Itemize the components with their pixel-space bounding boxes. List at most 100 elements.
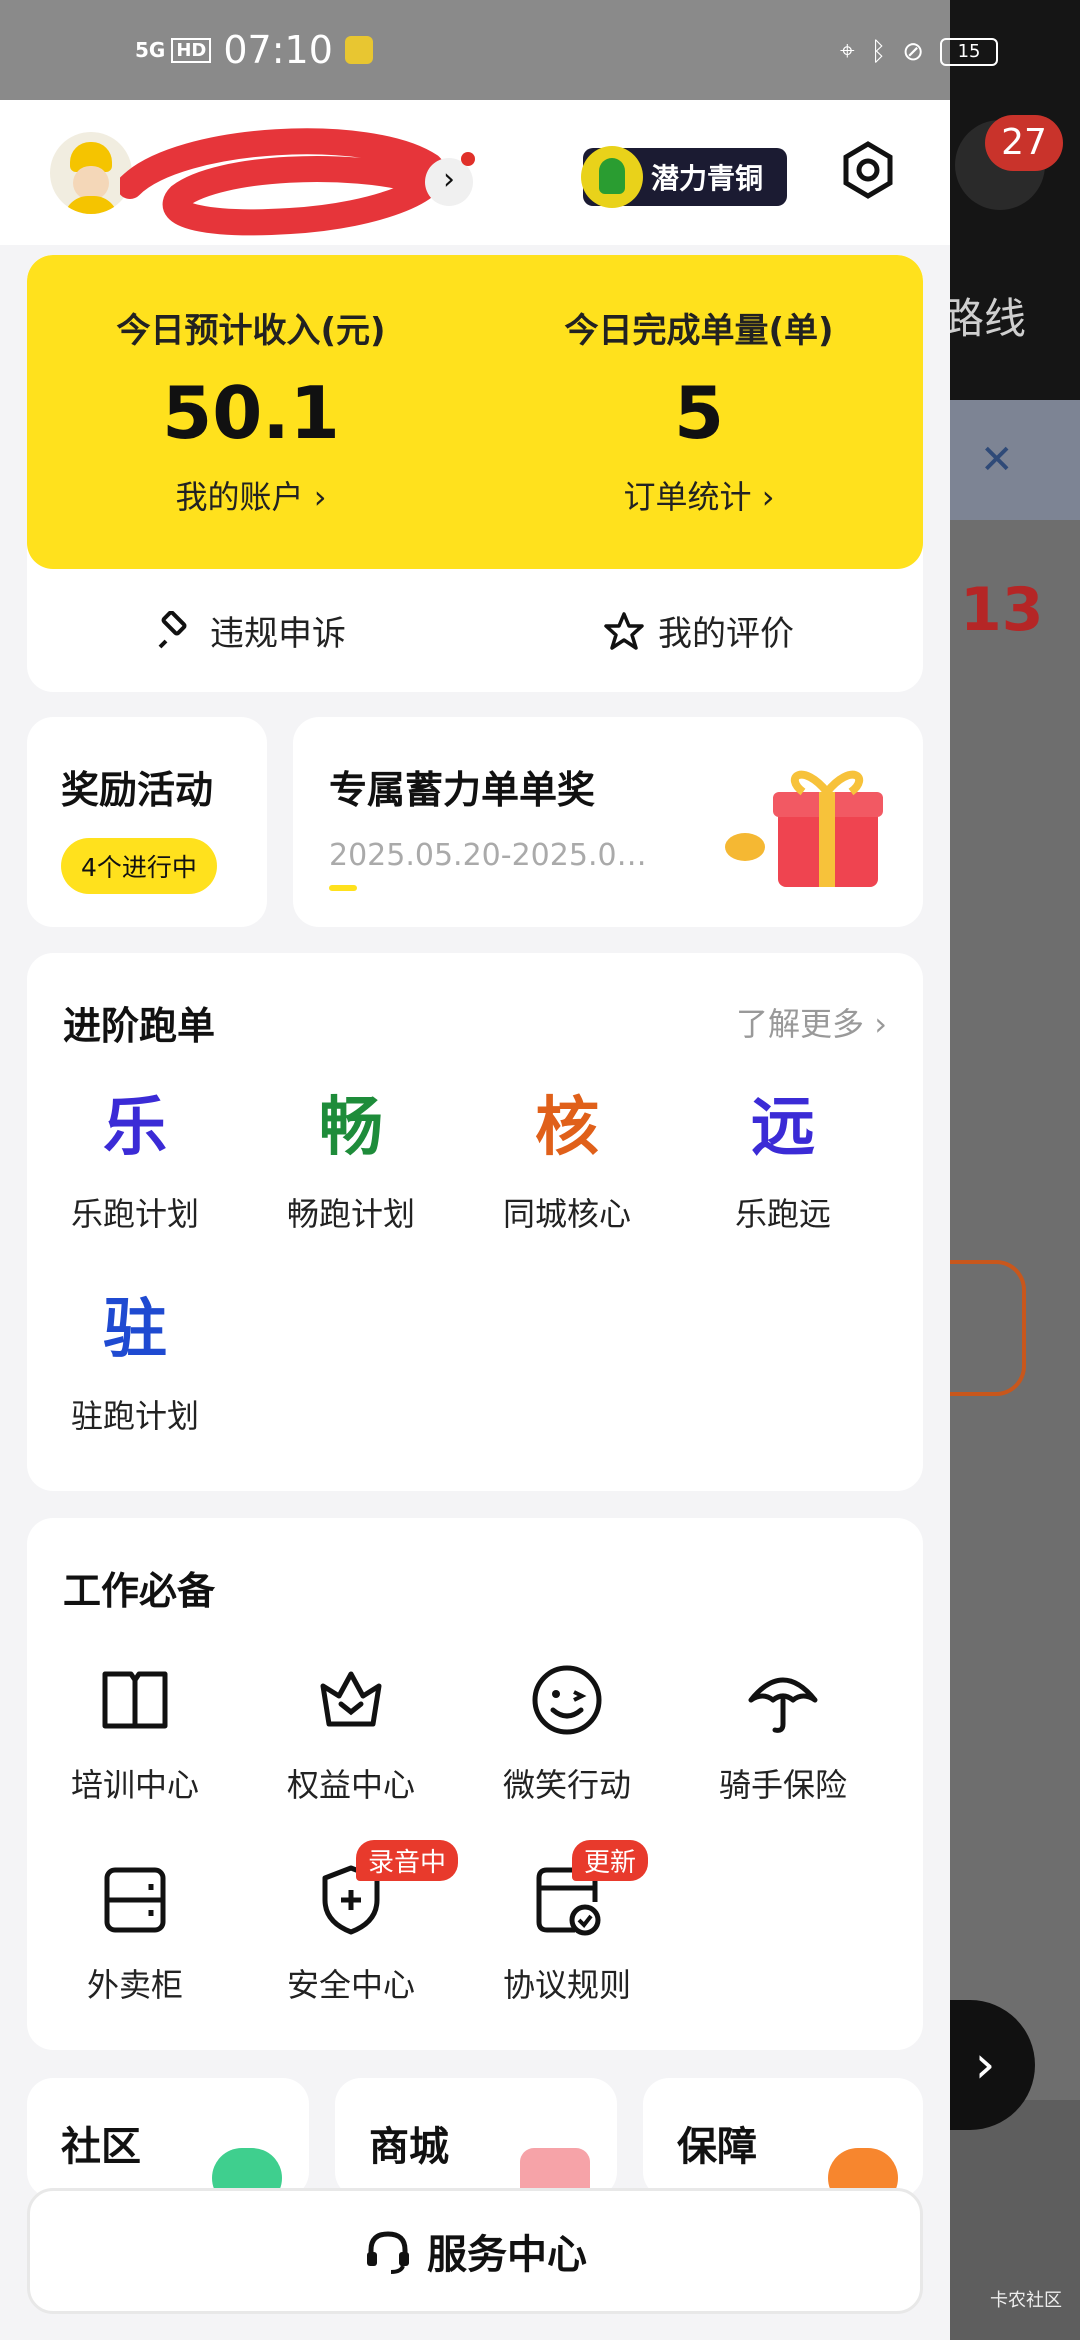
smile-action[interactable]: 微笑行动: [459, 1660, 675, 1806]
rider-insurance-label: 骑手保险: [718, 1766, 847, 1804]
red-dot-indicator: [461, 152, 475, 166]
mall-card[interactable]: 商城: [335, 2078, 617, 2198]
plan-lepao[interactable]: 乐乐跑计划: [27, 1083, 243, 1235]
community-label: 社区: [61, 2124, 141, 2170]
hd-indicator: HD: [171, 37, 212, 63]
plan-zhupao-glyph: 驻: [103, 1293, 167, 1367]
mall-label: 商城: [369, 2124, 449, 2170]
app-notification-icon: [344, 36, 373, 64]
rewards-count-pill: 4个进行中: [61, 838, 217, 894]
crown-icon: [320, 1671, 382, 1727]
plan-lepao-glyph: 乐: [103, 1091, 167, 1165]
carousel-indicator: [329, 885, 357, 891]
star-icon: [604, 611, 644, 650]
gear-icon[interactable]: [838, 140, 898, 200]
rewards-card[interactable]: 奖励活动 4个进行中: [27, 717, 267, 927]
community-card[interactable]: 社区: [27, 2078, 309, 2198]
plan-lepao-label: 乐跑计划: [70, 1195, 199, 1233]
benefits-center[interactable]: 权益中心: [243, 1660, 459, 1806]
advanced-grid-row-2: 驻驻跑计划: [27, 1285, 923, 1437]
background-card: [950, 400, 1080, 2100]
advanced-grid-row-1: 乐乐跑计划 畅畅跑计划 核同城核心 远乐跑远: [27, 1083, 923, 1235]
delivery-locker[interactable]: 外卖柜: [27, 1860, 243, 2006]
plan-changpao-label: 畅跑计划: [286, 1195, 415, 1233]
sprout-medal-icon: [581, 146, 643, 208]
update-tag: 更新: [572, 1840, 649, 1881]
plan-zhupao[interactable]: 驻驻跑计划: [27, 1285, 243, 1437]
safety-center-label: 安全中心: [286, 1966, 415, 2004]
route-text: 路线: [942, 294, 1027, 343]
income-summary: 今日预计收入(元) 50.1 我的账户 › 今日完成单量(单) 5 订单统计 ›: [27, 255, 923, 569]
my-rating-button[interactable]: 我的评价: [475, 606, 923, 655]
background-outlined-button: [940, 1260, 1026, 1396]
headset-icon: [367, 2231, 409, 2274]
my-account-label: 我的账户: [175, 478, 304, 516]
violation-appeal-button[interactable]: 违规申诉: [27, 606, 475, 655]
redacted-username: [120, 128, 447, 236]
network-indicator: 5G: [135, 38, 166, 62]
clock: 07:10: [223, 28, 333, 72]
plan-lepao-far-label: 乐跑远: [734, 1195, 831, 1233]
battery-indicator: 15: [940, 37, 999, 66]
hammer-icon: [158, 610, 187, 648]
promo-card[interactable]: 专属蓄力单单奖 2025.05.20-2025.0…: [293, 717, 923, 927]
service-center-button[interactable]: 服务中心: [27, 2188, 923, 2314]
bluetooth-icon: ᛒ: [870, 36, 887, 67]
recording-tag: 录音中: [356, 1840, 459, 1881]
plan-city-core-label: 同城核心: [502, 1195, 631, 1233]
orders-column: 今日完成单量(单) 5 订单统计 ›: [475, 255, 923, 569]
my-account-link[interactable]: 我的账户 ›: [27, 472, 475, 518]
notification-count-badge: 27: [985, 115, 1063, 171]
income-actions: 违规申诉 我的评价: [27, 569, 923, 692]
plan-changpao[interactable]: 畅畅跑计划: [243, 1083, 459, 1235]
my-rating-label: 我的评价: [658, 614, 794, 654]
income-column: 今日预计收入(元) 50.1 我的账户 ›: [27, 255, 475, 569]
profile-drawer: 5G HD 07:10 › 潜力青铜 今日预计收入(元) 50.1 我的账户 ›…: [0, 0, 950, 2340]
background-number: 13: [960, 575, 1044, 645]
guarantee-label: 保障: [677, 2124, 757, 2170]
locker-icon: [104, 1867, 166, 1933]
learn-more-link[interactable]: 了解更多 ›: [736, 999, 887, 1045]
promo-date-range: 2025.05.20-2025.0…: [329, 838, 647, 873]
plan-changpao-glyph: 畅: [319, 1091, 383, 1165]
level-badge-label: 潜力青铜: [651, 162, 764, 195]
profile-chevron-button[interactable]: ›: [425, 152, 475, 206]
level-badge[interactable]: 潜力青铜: [581, 146, 787, 208]
orders-label: 今日完成单量(单): [564, 311, 834, 351]
rider-insurance[interactable]: 骑手保险: [675, 1660, 891, 1806]
income-card: 今日预计收入(元) 50.1 我的账户 › 今日完成单量(单) 5 订单统计 ›…: [27, 255, 923, 692]
close-icon: ✕: [950, 400, 1080, 520]
agreement-rules-label: 协议规则: [502, 1966, 631, 2004]
umbrella-icon: [748, 1677, 818, 1733]
plan-lepao-far-glyph: 远: [751, 1091, 815, 1165]
smile-action-label: 微笑行动: [502, 1766, 631, 1804]
order-stats-label: 订单统计: [623, 478, 752, 516]
watermark: 卡农社区: [990, 2290, 1062, 2311]
agreement-icon-wrap: 更新: [527, 1840, 649, 1944]
service-center-label: 服务中心: [427, 2232, 587, 2278]
guarantee-card[interactable]: 保障: [643, 2078, 923, 2198]
book-icon: [102, 1671, 168, 1729]
plan-city-core[interactable]: 核同城核心: [459, 1083, 675, 1235]
income-value: 50.1: [162, 371, 340, 455]
plan-city-core-glyph: 核: [535, 1091, 599, 1165]
status-bar: 5G HD 07:10: [0, 0, 950, 100]
learn-more-label: 了解更多: [736, 1005, 865, 1043]
training-center-label: 培训中心: [70, 1766, 199, 1804]
benefits-center-label: 权益中心: [286, 1766, 415, 1804]
plan-lepao-far[interactable]: 远乐跑远: [675, 1083, 891, 1235]
profile-header: › 潜力青铜: [0, 100, 950, 245]
order-stats-link[interactable]: 订单统计 ›: [475, 472, 923, 518]
plan-zhupao-label: 驻跑计划: [70, 1397, 199, 1435]
location-icon: ⌖: [840, 36, 855, 66]
safety-icon-wrap: 录音中: [311, 1840, 459, 1944]
safety-center[interactable]: 录音中 安全中心: [243, 1840, 459, 2006]
tools-grid-row-1: 培训中心 权益中心 微笑行动 骑手保险: [27, 1660, 923, 1806]
tools-grid-row-2: 外卖柜 录音中 安全中心 更新 协议规则: [27, 1840, 923, 2006]
work-essentials-title: 工作必备: [63, 1569, 216, 1613]
training-center[interactable]: 培训中心: [27, 1660, 243, 1806]
agreement-rules[interactable]: 更新 协议规则: [459, 1840, 675, 2006]
smile-icon: [532, 1665, 602, 1735]
mute-icon: ⊘: [902, 36, 925, 67]
gift-box-icon: [725, 770, 883, 887]
